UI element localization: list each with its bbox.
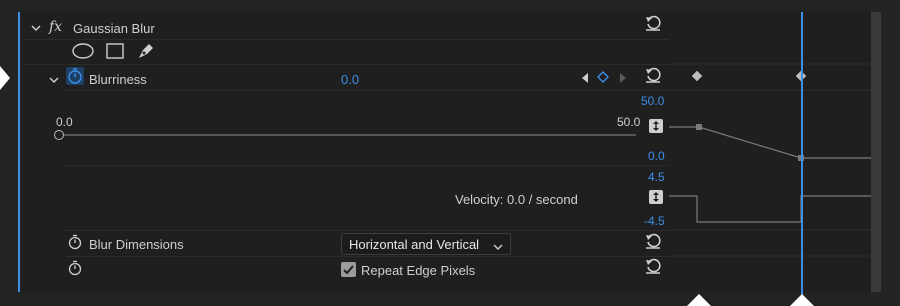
fx-toggle[interactable]: fx xyxy=(49,19,62,35)
value-graph-max: 50.0 xyxy=(641,94,665,108)
stopwatch-icon[interactable] xyxy=(67,260,83,281)
expand-chevron-icon[interactable] xyxy=(48,72,60,84)
pen-mask-icon[interactable] xyxy=(136,41,156,66)
next-keyframe-icon[interactable] xyxy=(619,71,627,89)
ellipse-mask-icon[interactable] xyxy=(72,43,94,64)
slider-max-label: 50.0 xyxy=(617,115,641,129)
velocity-graph-line xyxy=(669,195,871,223)
stopwatch-icon-active[interactable] xyxy=(66,67,84,85)
blur-dimensions-value: Horizontal and Vertical xyxy=(349,237,480,252)
left-edge-marker xyxy=(0,66,10,90)
value-graph-min: 0.0 xyxy=(648,149,665,163)
velocity-graph-max: 4.5 xyxy=(648,170,665,184)
playhead-handle[interactable] xyxy=(790,294,814,306)
slider-track[interactable] xyxy=(64,134,636,136)
add-keyframe-icon[interactable] xyxy=(596,70,610,89)
row-divider xyxy=(66,165,669,166)
reset-blurriness-icon[interactable] xyxy=(645,67,661,83)
blur-dimensions-dropdown[interactable]: Horizontal and Vertical xyxy=(341,233,511,255)
timeline-graphs xyxy=(669,63,871,257)
previous-keyframe-icon[interactable] xyxy=(581,71,589,89)
fit-graph-icon[interactable] xyxy=(649,119,663,133)
velocity-graph-min: -4.5 xyxy=(644,214,665,228)
row-divider xyxy=(22,64,669,65)
collapse-chevron-icon[interactable] xyxy=(30,20,42,32)
row-divider xyxy=(66,90,669,91)
fit-velocity-graph-icon[interactable] xyxy=(649,190,663,204)
panel-left-accent-line xyxy=(18,12,20,292)
reset-effect-icon[interactable] xyxy=(645,15,661,31)
stopwatch-icon[interactable] xyxy=(67,234,83,255)
velocity-readout: Velocity: 0.0 / second xyxy=(455,192,578,207)
blurriness-value[interactable]: 0.0 xyxy=(341,72,359,87)
reset-repeat-edge-icon[interactable] xyxy=(645,258,661,274)
repeat-edge-checkbox[interactable] xyxy=(341,262,356,277)
row-divider xyxy=(66,230,669,231)
playhead-line[interactable] xyxy=(801,12,803,306)
row-divider xyxy=(22,39,669,40)
effect-name: Gaussian Blur xyxy=(73,21,155,36)
rectangle-mask-icon[interactable] xyxy=(106,43,124,64)
value-graph-line xyxy=(669,126,871,159)
vertical-scrollbar[interactable] xyxy=(871,12,881,292)
blurriness-label: Blurriness xyxy=(89,72,147,87)
keyframe-marker xyxy=(690,69,704,83)
blur-dimensions-label: Blur Dimensions xyxy=(89,237,184,252)
repeat-edge-label[interactable]: Repeat Edge Pixels xyxy=(361,263,475,278)
reset-blur-dimensions-icon[interactable] xyxy=(645,233,661,249)
slider-thumb[interactable] xyxy=(54,130,64,140)
value-graph-point xyxy=(696,124,702,130)
slider-min-label: 0.0 xyxy=(56,115,73,129)
work-area-marker[interactable] xyxy=(687,294,711,306)
row-divider xyxy=(66,256,669,257)
chevron-down-icon xyxy=(493,239,503,257)
